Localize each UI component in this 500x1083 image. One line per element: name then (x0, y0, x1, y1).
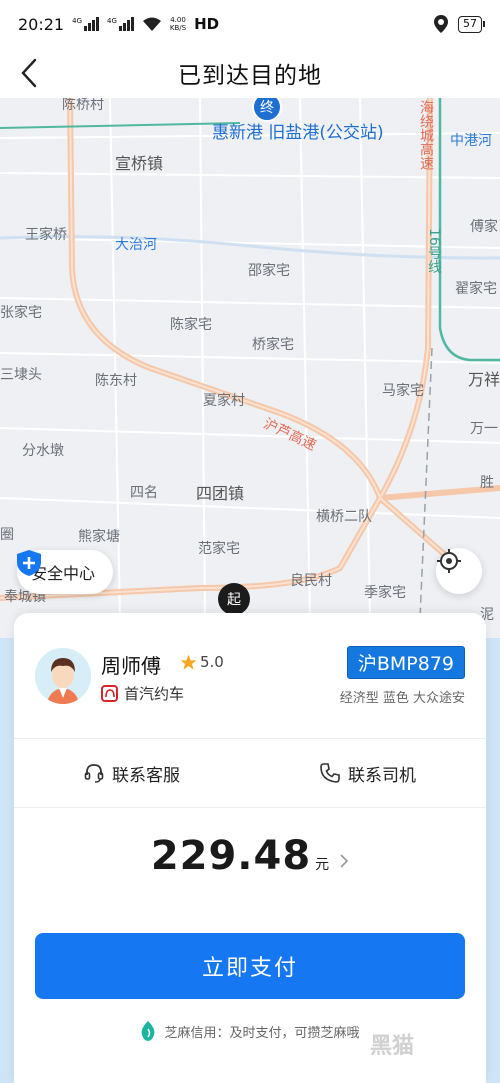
contact-driver-button[interactable]: 联系司机 (250, 739, 486, 807)
driver-rating: 5.0 (180, 653, 224, 671)
safety-center-button[interactable]: 安全中心 (17, 550, 114, 594)
back-button[interactable] (12, 56, 46, 90)
map-label: 分水墩 (22, 443, 64, 459)
price-row[interactable]: 229.48 元 (14, 833, 486, 893)
map-label: 桥家宅 (252, 337, 294, 353)
contact-driver-label: 联系司机 (348, 765, 416, 786)
status-left: 20:21 4G 4G 4.00 KB/S HD (18, 15, 219, 34)
rating-value: 5.0 (200, 653, 224, 671)
map-label: 夏家村 (203, 393, 245, 409)
map-label: 胜 (480, 475, 494, 491)
locate-button[interactable] (436, 548, 482, 594)
avatar (35, 648, 91, 704)
wifi-icon (142, 17, 161, 31)
company-name: 首汽约车 (124, 685, 185, 703)
star-icon (180, 654, 197, 670)
metro-label: 16号线 (426, 228, 442, 274)
destination-label: 惠新港 旧盐港(公交站) (212, 123, 384, 143)
status-right: 57 (434, 15, 485, 33)
driver-info: 周师傅 5.0 首汽约车 沪BMP879 经济型 蓝色 大众途安 (14, 613, 486, 738)
headset-icon (84, 764, 104, 783)
hd-indicator: HD (194, 15, 220, 33)
contact-service-button[interactable]: 联系客服 (14, 739, 250, 807)
license-plate: 沪BMP879 (346, 646, 465, 679)
network-label-2: 4G (107, 17, 117, 25)
map-label: 圈 (0, 527, 14, 543)
map-label: 傅家 (470, 219, 498, 235)
map-label: 良民村 (290, 573, 332, 589)
map-label: 宣桥镇 (115, 154, 164, 173)
speed-unit: KB/S (169, 24, 187, 32)
signal-icon: 4G (72, 17, 99, 31)
map-label: 四名 (130, 485, 158, 501)
highway-label: 海绕城高速 (418, 100, 434, 170)
pay-now-button[interactable]: 立即支付 (35, 933, 465, 999)
map-label: 季家宅 (364, 585, 406, 601)
page-title: 已到达目的地 (178, 63, 322, 89)
map-label: 邵家宅 (248, 263, 290, 279)
map-label: 马家宅 (382, 383, 424, 399)
network-label: 4G (72, 17, 82, 25)
car-info: 经济型 蓝色 大众途安 (339, 691, 465, 706)
map-label: 万祥 (468, 370, 500, 389)
map-label: 三埭头 (0, 367, 42, 383)
price-unit: 元 (315, 857, 330, 873)
map-label: 范家宅 (198, 541, 240, 557)
map-label: 大治河 (115, 237, 157, 253)
map-label: 中港河 (450, 133, 492, 149)
chevron-left-icon (21, 58, 37, 88)
price-amount: 229.48 (150, 833, 312, 879)
contact-row: 联系客服 联系司机 (14, 738, 486, 808)
credit-note: 芝麻信用：及时支付，可攒芝麻哦 (14, 1016, 486, 1046)
start-marker[interactable]: 起 (218, 583, 250, 615)
header-bar: 已到达目的地 (0, 48, 500, 98)
company-info: 首汽约车 (101, 683, 184, 704)
location-icon (434, 15, 448, 33)
contact-service-label: 联系客服 (112, 765, 180, 786)
status-bar: 20:21 4G 4G 4.00 KB/S HD 57 (0, 0, 500, 48)
company-logo-icon (101, 685, 118, 702)
order-card: 周师傅 5.0 首汽约车 沪BMP879 经济型 蓝色 大众途安 联系客服 联系… (14, 613, 486, 1083)
map-label: 四团镇 (196, 484, 245, 503)
map-label: 张家宅 (0, 305, 42, 321)
map-label: 陈东村 (95, 373, 137, 389)
zhima-credit-icon (142, 1021, 155, 1041)
map-label: 翟家宅 (455, 281, 497, 297)
driver-name: 周师傅 (101, 654, 161, 678)
map-label: 万一 (470, 421, 498, 437)
map-label: 王家桥 (25, 227, 67, 243)
map-label: 横桥二队 (316, 509, 372, 525)
network-speed: 4.00 KB/S (170, 16, 186, 32)
chevron-right-icon (340, 854, 349, 868)
shield-plus-icon (17, 550, 41, 576)
signal-icon-2: 4G (107, 17, 134, 31)
driver-avatar-icon (35, 648, 91, 704)
map-label: 陈桥村 (62, 98, 104, 113)
map-label: 陈家宅 (170, 317, 212, 333)
speed-value: 4.00 (170, 16, 186, 24)
status-time: 20:21 (18, 14, 65, 34)
map-label: 熊家塘 (78, 529, 120, 545)
battery-indicator: 57 (458, 15, 485, 33)
credit-text: 芝麻信用：及时支付，可攒芝麻哦 (164, 1025, 360, 1041)
crosshair-icon (437, 549, 461, 573)
watermark: 黑猫 (370, 1034, 415, 1059)
phone-icon (320, 763, 340, 783)
